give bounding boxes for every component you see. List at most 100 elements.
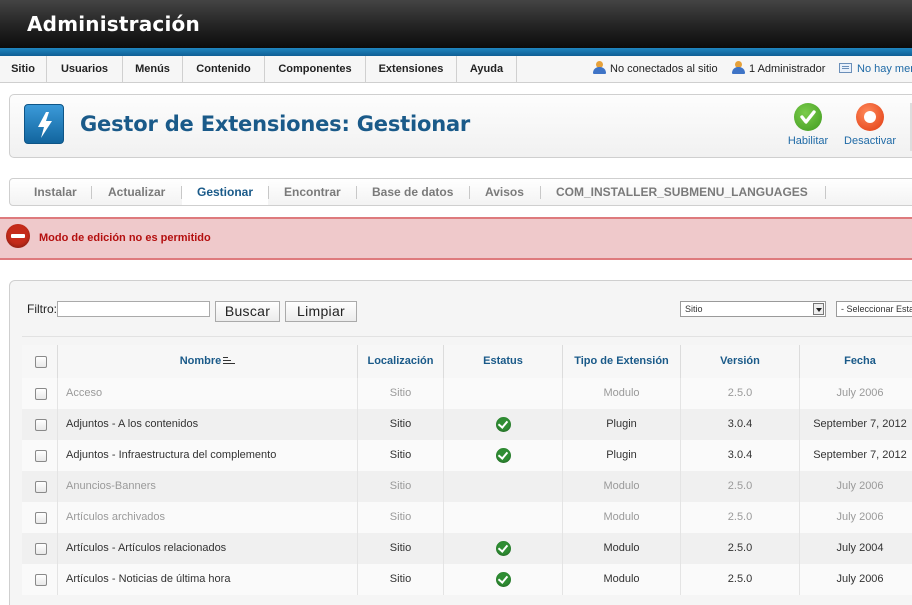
cell-date: July 2006 bbox=[836, 573, 884, 585]
status-cell bbox=[444, 564, 562, 595]
cell-type: Modulo bbox=[603, 511, 640, 523]
app-header: Administración bbox=[0, 0, 912, 48]
status-cell bbox=[444, 533, 562, 564]
column-header-date[interactable]: Fecha bbox=[800, 345, 912, 378]
column-header-name-label: Nombre bbox=[179, 355, 222, 367]
no-entry-icon bbox=[6, 224, 30, 248]
table-row[interactable]: Artículos - Artículos relacionados Sitio M… bbox=[22, 533, 912, 564]
status-cell bbox=[444, 378, 562, 409]
sort-ascending-icon bbox=[223, 356, 236, 365]
submenu-separator bbox=[356, 186, 357, 199]
cell-version: 3.0.4 bbox=[727, 449, 753, 461]
search-button[interactable]: Buscar bbox=[215, 301, 280, 322]
offline-users-status[interactable]: No conectados al sitio bbox=[592, 56, 718, 83]
toolbar-box: Gestor de Extensiones: Gestionar Habilit… bbox=[9, 94, 912, 158]
row-checkbox-cell bbox=[22, 533, 57, 564]
submenu-languages[interactable]: COM_INSTALLER_SUBMENU_LANGUAGES bbox=[556, 179, 808, 205]
submenu-bar: Instalar Actualizar Gestionar Encontrar … bbox=[9, 178, 912, 206]
select-all-checkbox[interactable] bbox=[35, 356, 47, 368]
enable-button[interactable]: Habilitar bbox=[778, 103, 838, 147]
menu-componentes[interactable]: Componentes bbox=[265, 56, 366, 83]
state-select[interactable]: - Seleccionar Estado - bbox=[836, 301, 912, 317]
table-row[interactable]: Anuncios-Banners Sitio Modulo 2.5.0 July 200… bbox=[22, 471, 912, 502]
row-checkbox-cell bbox=[22, 564, 57, 595]
column-header-type[interactable]: Tipo de Extensión bbox=[563, 345, 680, 378]
submenu-separator bbox=[825, 186, 826, 199]
cell-date: July 2006 bbox=[836, 511, 884, 523]
main-menu-bar: Sitio Usuarios Menús Contenido Component… bbox=[0, 56, 912, 83]
filter-input[interactable] bbox=[57, 301, 210, 317]
submenu-actualizar[interactable]: Actualizar bbox=[108, 179, 165, 205]
menu-ayuda[interactable]: Ayuda bbox=[457, 56, 517, 83]
offline-users-label: No conectados al sitio bbox=[610, 63, 718, 75]
clear-button[interactable]: Limpiar bbox=[285, 301, 357, 322]
cell-location: Sitio bbox=[389, 480, 412, 492]
disable-button[interactable]: Desactivar bbox=[840, 103, 900, 147]
table-row[interactable]: Artículos - Noticias de última hora Sitio… bbox=[22, 564, 912, 595]
cell-name[interactable]: Anuncios-Banners bbox=[58, 471, 357, 502]
submenu-gestionar[interactable]: Gestionar bbox=[182, 179, 268, 205]
cell-date: September 7, 2012 bbox=[813, 418, 907, 430]
submenu-separator bbox=[268, 186, 269, 199]
header-stripe bbox=[0, 48, 912, 56]
row-checkbox[interactable] bbox=[35, 450, 47, 462]
row-checkbox[interactable] bbox=[35, 419, 47, 431]
status-cell bbox=[444, 409, 562, 440]
submenu-base-de-datos[interactable]: Base de datos bbox=[372, 179, 453, 205]
check-circle-icon[interactable] bbox=[495, 447, 511, 463]
cell-version: 2.5.0 bbox=[727, 480, 753, 492]
table-row[interactable]: Adjuntos - A los contenidos Sitio Plugin 3.… bbox=[22, 409, 912, 440]
row-checkbox[interactable] bbox=[35, 388, 47, 400]
cell-name[interactable]: Artículos - Noticias de última hora bbox=[58, 564, 357, 595]
status-cell bbox=[444, 440, 562, 471]
users-icon bbox=[592, 61, 606, 74]
row-checkbox-cell bbox=[22, 409, 57, 440]
table-row[interactable]: Adjuntos - Infraestructura del complemen… bbox=[22, 440, 912, 471]
panel-divider bbox=[22, 336, 912, 337]
cell-name[interactable]: Artículos - Artículos relacionados bbox=[58, 533, 357, 564]
cell-version: 2.5.0 bbox=[727, 387, 753, 399]
cell-name[interactable]: Adjuntos - A los contenidos bbox=[58, 409, 357, 440]
menu-menus[interactable]: Menús bbox=[123, 56, 183, 83]
row-checkbox[interactable] bbox=[35, 543, 47, 555]
menu-contenido[interactable]: Contenido bbox=[183, 56, 265, 83]
cell-type: Plugin bbox=[606, 418, 637, 430]
location-select[interactable]: Sitio bbox=[680, 301, 826, 317]
check-circle-icon[interactable] bbox=[495, 571, 511, 587]
submenu-encontrar[interactable]: Encontrar bbox=[284, 179, 341, 205]
row-checkbox[interactable] bbox=[35, 481, 47, 493]
menu-extensiones[interactable]: Extensiones bbox=[366, 56, 457, 83]
message-icon bbox=[839, 63, 852, 73]
menu-sitio[interactable]: Sitio bbox=[0, 56, 47, 83]
column-header-name[interactable]: Nombre bbox=[58, 345, 357, 378]
messages-status[interactable]: No hay mensajes bbox=[839, 56, 912, 83]
lightning-icon bbox=[24, 104, 64, 144]
cell-name[interactable]: Acceso bbox=[58, 378, 357, 409]
submenu-instalar[interactable]: Instalar bbox=[34, 179, 77, 205]
cell-location: Sitio bbox=[389, 418, 412, 430]
table-row[interactable]: Acceso Sitio Modulo 2.5.0 July 2006 bbox=[22, 378, 912, 409]
submenu-separator bbox=[540, 186, 541, 199]
cell-type: Modulo bbox=[603, 387, 640, 399]
check-circle-icon[interactable] bbox=[495, 540, 511, 556]
cell-name[interactable]: Artículos archivados bbox=[58, 502, 357, 533]
admins-status[interactable]: 1 Administrador bbox=[731, 56, 825, 83]
messages-label: No hay mensajes bbox=[857, 63, 912, 75]
row-checkbox[interactable] bbox=[35, 574, 47, 586]
cell-date: July 2004 bbox=[836, 542, 884, 554]
submenu-avisos[interactable]: Avisos bbox=[485, 179, 524, 205]
row-checkbox[interactable] bbox=[35, 512, 47, 524]
cell-location: Sitio bbox=[389, 449, 412, 461]
column-header-status[interactable]: Estatus bbox=[444, 345, 562, 378]
table-header-row: Nombre Localización Estatus Tipo de Exte… bbox=[22, 345, 912, 378]
cell-name[interactable]: Adjuntos - Infraestructura del complemen… bbox=[58, 440, 357, 471]
column-header-version[interactable]: Versión bbox=[681, 345, 799, 378]
cell-date: July 2006 bbox=[836, 387, 884, 399]
cell-date: September 7, 2012 bbox=[813, 449, 907, 461]
check-circle-icon[interactable] bbox=[495, 416, 511, 432]
menu-usuarios[interactable]: Usuarios bbox=[47, 56, 123, 83]
column-header-location[interactable]: Localización bbox=[358, 345, 443, 378]
admin-user-icon bbox=[731, 61, 745, 74]
table-row[interactable]: Artículos archivados Sitio Modulo 2.5.0 July… bbox=[22, 502, 912, 533]
row-checkbox-cell bbox=[22, 378, 57, 409]
